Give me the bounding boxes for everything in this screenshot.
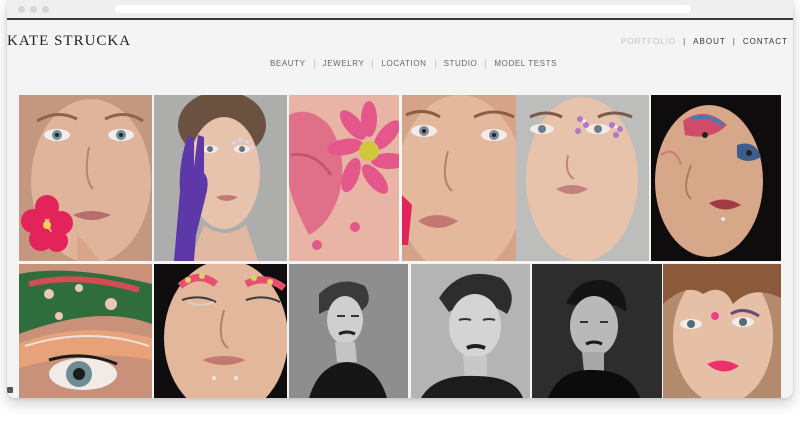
category-divider [485,59,487,69]
nav-contact[interactable]: CONTACT [743,37,788,46]
browser-titlebar [7,0,793,20]
photo-bw-slick-hair[interactable] [532,264,662,398]
close-window-dot[interactable] [18,6,25,13]
browser-window: KATE STRUCKA PORTFOLIO|ABOUT|CONTACT|P B… [7,0,793,398]
photo-pink-blush-bangs[interactable] [663,264,781,398]
nav-separator: | [683,37,687,46]
photo-pink-lips-flower[interactable] [289,95,399,261]
photo-purple-glove[interactable] [154,95,287,261]
category-jewelry[interactable]: JEWELRY [323,59,365,68]
photo-glitter-eye-macro[interactable] [19,264,152,398]
category-model-tests[interactable]: MODEL TESTS [494,59,557,68]
photo-bw-curly-hair[interactable] [411,264,530,398]
photo-flower-face[interactable] [19,95,152,261]
minimize-window-dot[interactable] [30,6,37,13]
nav-separator: | [732,37,736,46]
category-divider [372,59,374,69]
nav-about[interactable]: ABOUT [693,37,726,46]
photo-bw-wave-hair[interactable] [289,264,408,398]
category-divider [434,59,436,69]
photo-colorful-brows[interactable] [154,264,287,398]
photo-freckles-closeup[interactable] [402,95,520,261]
photo-colorful-eye-makeup[interactable] [651,95,781,261]
nav-portfolio[interactable]: PORTFOLIO [621,37,676,46]
site-logo[interactable]: KATE STRUCKA [7,33,131,50]
category-studio[interactable]: STUDIO [444,59,478,68]
category-navigation: BEAUTY JEWELRY LOCATION STUDIO MODEL TESTS [270,59,557,69]
category-location[interactable]: LOCATION [381,59,426,68]
maximize-window-dot[interactable] [42,6,49,13]
top-navigation: PORTFOLIO|ABOUT|CONTACT|P [621,37,793,46]
address-bar[interactable] [115,5,691,13]
footer-icon [7,387,13,393]
category-divider [313,59,315,69]
photo-jeweled-eyes[interactable] [516,95,649,261]
category-beauty[interactable]: BEAUTY [270,59,306,68]
